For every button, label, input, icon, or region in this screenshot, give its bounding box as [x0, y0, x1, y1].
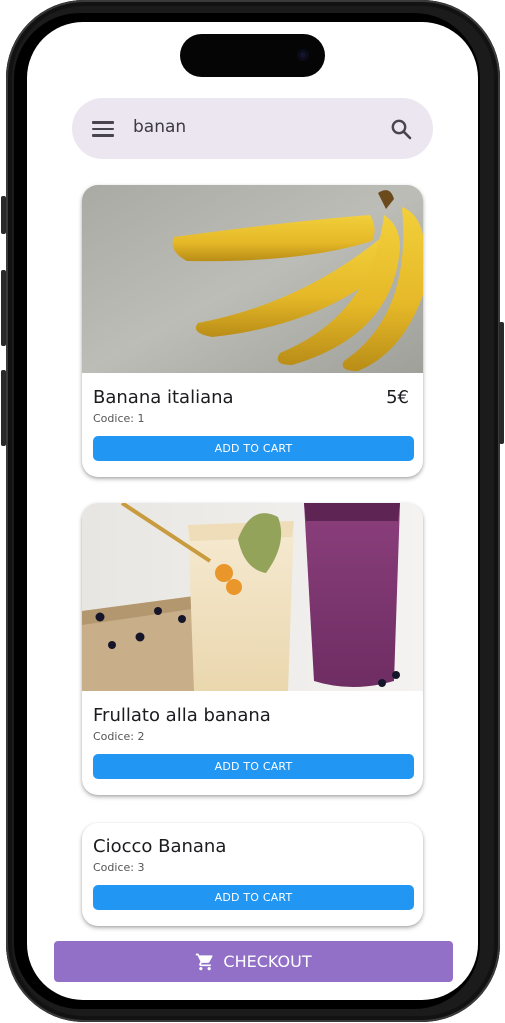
product-price: 5€ — [386, 387, 409, 408]
add-to-cart-button[interactable]: ADD TO CART — [93, 436, 414, 461]
product-name: Ciocco Banana — [93, 836, 227, 857]
search-icon[interactable] — [389, 117, 413, 141]
product-name: Frullato alla banana — [93, 705, 271, 726]
product-name: Banana italiana — [93, 387, 234, 408]
cart-icon — [196, 953, 213, 970]
add-to-cart-button[interactable]: ADD TO CART — [93, 754, 414, 779]
product-image-smoothies — [82, 503, 423, 691]
menu-icon[interactable] — [92, 121, 114, 137]
search-input[interactable]: banan — [133, 117, 186, 137]
product-code: Codice: 2 — [93, 730, 145, 743]
camera-icon — [297, 49, 309, 61]
product-card: Frullato alla banana Codice: 2 ADD TO CA… — [82, 503, 423, 795]
power-button — [499, 322, 504, 444]
product-code: Codice: 3 — [93, 861, 145, 874]
add-to-cart-button[interactable]: ADD TO CART — [93, 885, 414, 910]
product-card: Ciocco Banana Codice: 3 ADD TO CART — [82, 823, 423, 926]
checkout-button[interactable]: CHECKOUT — [54, 941, 453, 982]
product-image-bananas — [82, 185, 423, 373]
product-card: Banana italiana 5€ Codice: 1 ADD TO CART — [82, 185, 423, 477]
action-button — [1, 196, 6, 234]
search-bar[interactable] — [72, 98, 433, 159]
volume-up-button — [1, 270, 6, 346]
product-code: Codice: 1 — [93, 412, 145, 425]
volume-down-button — [1, 370, 6, 446]
checkout-label: CHECKOUT — [223, 952, 312, 971]
